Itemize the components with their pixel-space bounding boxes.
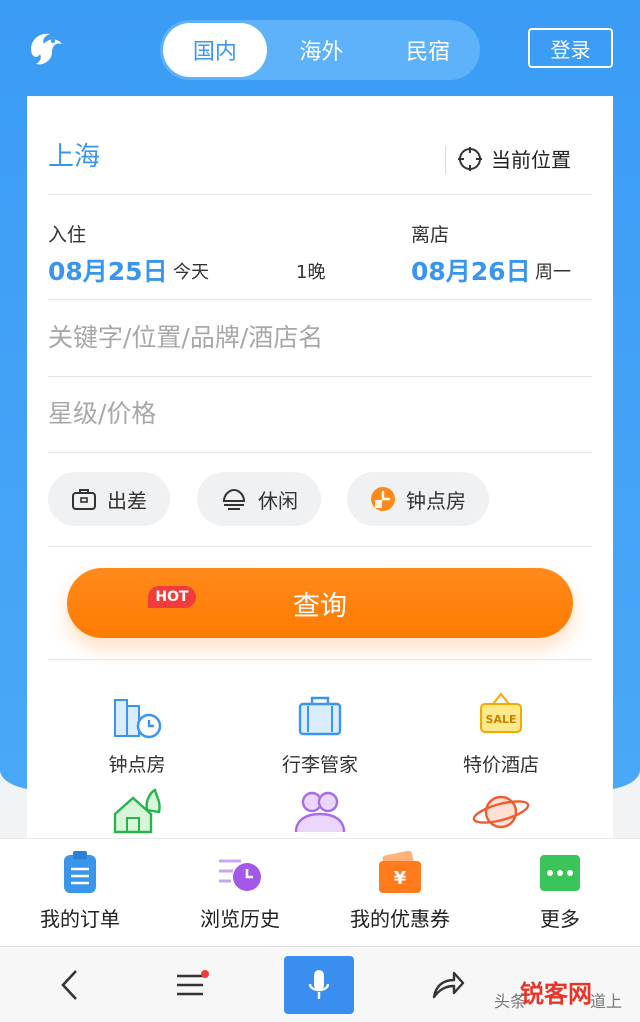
more-button[interactable]: 更多 <box>495 851 625 932</box>
order-icon <box>64 851 96 893</box>
leisure-icon <box>222 488 246 510</box>
hourly-building-icon <box>114 699 162 739</box>
checkin-day: 今天 <box>173 262 209 283</box>
chip-business-trip[interactable]: 出差 <box>48 472 170 526</box>
divider <box>445 146 446 174</box>
feature-house[interactable] <box>62 788 212 834</box>
chip-label: 休闲 <box>258 488 298 513</box>
house-icon <box>113 788 161 834</box>
feature-luggage[interactable]: 行李管家 <box>245 692 395 777</box>
quick-label: 我的订单 <box>40 907 120 931</box>
divider <box>48 659 592 660</box>
keyword-input[interactable]: 关键字/位置/品牌/酒店名 <box>48 318 323 354</box>
group-icon <box>294 791 346 833</box>
yen-text: ¥ <box>394 868 407 889</box>
hourly-room-icon <box>371 487 395 511</box>
current-location-label: 当前位置 <box>491 148 571 172</box>
divider <box>48 299 592 300</box>
quick-label: 浏览历史 <box>200 907 280 931</box>
back-button[interactable] <box>40 957 100 1013</box>
login-button[interactable]: 登录 <box>528 28 613 68</box>
feature-label: 特价酒店 <box>462 754 539 776</box>
tab-domestic[interactable]: 国内 <box>163 23 267 77</box>
hot-badge: HOT <box>148 586 196 608</box>
checkin-date[interactable]: 08月25日 <box>48 252 168 288</box>
chevron-left-icon <box>61 970 77 1000</box>
briefcase-icon <box>72 489 96 510</box>
share-arrow-icon <box>432 971 465 999</box>
current-location-button[interactable]: 当前位置 <box>457 144 571 173</box>
feature-planet[interactable] <box>426 788 576 834</box>
divider <box>48 376 592 377</box>
chip-leisure[interactable]: 休闲 <box>197 472 321 526</box>
city-selector[interactable]: 上海 <box>48 136 100 173</box>
microphone-icon <box>308 970 330 999</box>
watermark-brand: 锐客网 <box>520 980 592 1008</box>
divider <box>48 452 592 453</box>
feature-hourly-room[interactable]: 钟点房 <box>62 692 212 777</box>
star-price-selector[interactable]: 星级/价格 <box>48 394 156 430</box>
locate-crosshair-icon <box>458 146 482 171</box>
watermark-suffix: 道上 <box>590 992 623 1011</box>
quick-label: 我的优惠券 <box>350 907 450 931</box>
share-button[interactable] <box>418 957 478 1013</box>
sale-text: SALE <box>486 713 517 726</box>
checkout-label: 离店 <box>411 224 450 246</box>
checkin-label: 入住 <box>48 224 87 246</box>
checkout-date[interactable]: 08月26日 <box>411 252 531 288</box>
tab-homestay[interactable]: 民宿 <box>376 23 480 77</box>
luggage-icon <box>298 696 342 736</box>
feature-group[interactable] <box>245 788 395 834</box>
checkout-day: 周一 <box>535 262 571 283</box>
browse-history-button[interactable]: 浏览历史 <box>175 851 305 932</box>
chip-label: 出差 <box>107 488 147 513</box>
planet-icon <box>472 795 530 829</box>
coupon-icon: ¥ <box>379 851 421 893</box>
voice-button[interactable] <box>284 956 354 1014</box>
sale-tag-icon: SALE <box>480 692 522 733</box>
more-icon <box>540 855 580 891</box>
divider <box>48 546 592 547</box>
quick-access-bar: 我的订单 浏览历史 ¥ 我的优惠券 更多 <box>0 838 640 946</box>
app-logo-icon[interactable] <box>22 24 70 72</box>
nights-count: 1晚 <box>296 262 326 283</box>
my-orders-button[interactable]: 我的订单 <box>15 851 145 932</box>
search-button[interactable]: 查询 <box>67 568 573 638</box>
feature-label: 钟点房 <box>108 754 166 776</box>
chip-label: 钟点房 <box>406 488 466 513</box>
menu-button[interactable] <box>162 957 222 1013</box>
region-tabs: 国内 海外 民宿 <box>160 20 480 80</box>
history-icon <box>219 859 261 891</box>
my-coupons-button[interactable]: ¥ 我的优惠券 <box>335 851 465 932</box>
chip-hourly-room[interactable]: 钟点房 <box>347 472 489 526</box>
feature-discount-hotel[interactable]: SALE 特价酒店 <box>426 692 576 777</box>
divider <box>48 194 592 195</box>
tab-overseas[interactable]: 海外 <box>270 23 374 77</box>
quick-label: 更多 <box>540 907 580 931</box>
menu-icon <box>177 970 209 996</box>
feature-label: 行李管家 <box>281 754 358 776</box>
